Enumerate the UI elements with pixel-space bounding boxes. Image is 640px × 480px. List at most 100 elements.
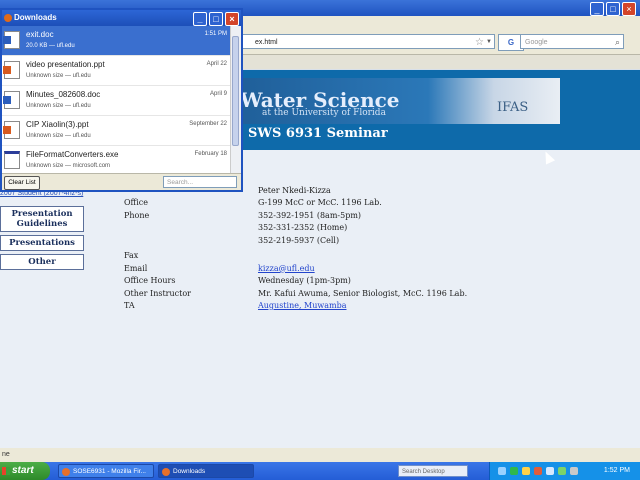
downloads-close-button[interactable]: ×	[225, 12, 239, 26]
other-instructor-row: Other Instructor Mr. Kafui Awuma, Senior…	[124, 289, 467, 298]
downloads-search-input[interactable]: Search...	[163, 176, 237, 188]
start-button[interactable]: start	[0, 462, 50, 480]
download-item[interactable]: FileFormatConverters.exe Unknown size — …	[2, 146, 233, 176]
downloads-window: Downloads _ □ × exit.doc 20.0 KB — ufl.e…	[0, 8, 243, 192]
download-item[interactable]: exit.doc 20.0 KB — ufl.edu 1:51 PM	[2, 26, 233, 56]
download-name: exit.doc	[26, 30, 54, 39]
office-hours-value: Wednesday (1pm-3pm)	[258, 276, 351, 286]
powerpoint-icon	[3, 61, 20, 79]
taskbar-firefox[interactable]: SOSE6931 - Mozilla Fir...	[58, 464, 154, 478]
tray-icon[interactable]	[498, 467, 506, 475]
download-item[interactable]: video presentation.ppt Unknown size — uf…	[2, 56, 233, 86]
office-label: Office	[124, 198, 149, 208]
download-name: video presentation.ppt	[26, 60, 105, 69]
windows-logo-icon	[2, 467, 10, 475]
volume-icon[interactable]	[570, 467, 578, 475]
desktop-search-input[interactable]: Search Desktop	[398, 465, 468, 477]
word-document-icon	[3, 91, 20, 109]
download-meta: Unknown size — ufl.edu	[26, 73, 91, 79]
clock: 1:52 PM	[603, 467, 630, 474]
ta-row: TA Augustine, Muwamba	[124, 301, 467, 310]
office-value: G-199 McC or McC. 1196 Lab.	[258, 198, 382, 208]
instructor-value: Peter Nkedi-Kizza	[258, 186, 331, 195]
instructor-info: Peter Nkedi-Kizza Office G-199 McC or Mc…	[124, 186, 467, 313]
office-hours-label: Office Hours	[124, 276, 176, 286]
fax-label: Fax	[124, 251, 139, 261]
ifas-logo: IFAS	[497, 100, 529, 115]
status-bar: ne	[0, 448, 640, 462]
minimize-button[interactable]: _	[590, 2, 604, 16]
firefox-icon	[62, 468, 70, 476]
download-meta: Unknown size — ufl.edu	[26, 103, 91, 109]
download-item[interactable]: Minutes_082608.doc Unknown size — ufl.ed…	[2, 86, 233, 116]
search-input[interactable]: Google ⌕	[520, 34, 624, 49]
download-date: April 9	[209, 91, 227, 97]
taskbar-firefox-label: SOSE6931 - Mozilla Fir...	[73, 468, 146, 475]
tray-icon[interactable]	[522, 467, 530, 475]
nav-presentation-guidelines[interactable]: Presentation Guidelines	[0, 206, 84, 232]
download-date: 1:51 PM	[204, 31, 227, 37]
office-hours-row: Office Hours Wednesday (1pm-3pm)	[124, 276, 467, 285]
email-link[interactable]: kizza@ufl.edu	[258, 264, 315, 273]
downloads-minimize-button[interactable]: _	[193, 12, 207, 26]
downloads-title: Downloads	[14, 13, 57, 22]
email-label: Email	[124, 263, 148, 273]
firefox-icon	[162, 468, 170, 476]
other-instructor-label: Other Instructor	[124, 288, 191, 298]
tray-icon[interactable]	[558, 467, 566, 475]
download-item[interactable]: CIP Xiaolin(3).ppt Unknown size — ufl.ed…	[2, 116, 233, 146]
left-navigation: Presentation Guidelines Presentations Ot…	[0, 206, 84, 273]
url-bar[interactable]: ex.html ☆ ▼	[240, 34, 495, 49]
other-instructor-value: Mr. Kafui Awuma, Senior Biologist, McC. …	[258, 288, 468, 298]
chevron-down-icon[interactable]: ▼	[486, 35, 492, 50]
download-meta: Unknown size — ufl.edu	[26, 133, 91, 139]
download-name: CIP Xiaolin(3).ppt	[26, 120, 89, 129]
download-date: April 22	[206, 61, 227, 67]
fax-row: Fax	[124, 251, 467, 260]
phone-cell: 352-219-5937 (Cell)	[258, 235, 340, 245]
banner-subtitle: at the University of Florida	[262, 108, 386, 118]
phone-label: Phone	[124, 210, 150, 220]
ta-label: TA	[124, 300, 135, 310]
phone-work: 352-392-1951 (8am-5pm)	[258, 210, 362, 220]
url-text: ex.html	[255, 39, 278, 46]
tray-icon[interactable]	[510, 467, 518, 475]
taskbar-downloads[interactable]: Downloads	[158, 464, 254, 478]
download-meta: Unknown size — microsoft.com	[26, 163, 111, 169]
download-date: September 22	[189, 121, 227, 127]
course-title: SWS 6931 Seminar	[248, 126, 388, 141]
downloads-list: exit.doc 20.0 KB — ufl.edu 1:51 PM video…	[2, 26, 233, 176]
phone-row: Phone 352-392-1951 (8am-5pm) 352-331-235…	[124, 211, 467, 248]
downloads-maximize-button[interactable]: □	[209, 12, 223, 26]
download-meta: 20.0 KB — ufl.edu	[26, 43, 75, 49]
download-name: FileFormatConverters.exe	[26, 150, 119, 159]
system-tray: 1:52 PM	[489, 462, 640, 480]
tray-icon[interactable]	[546, 467, 554, 475]
downloads-titlebar: Downloads _ □ ×	[2, 10, 241, 26]
close-button[interactable]: ×	[622, 2, 636, 16]
nav-other[interactable]: Other	[0, 254, 84, 270]
scrollbar-thumb[interactable]	[232, 36, 239, 146]
office-row: Office G-199 McC or McC. 1196 Lab.	[124, 198, 467, 207]
phone-values: 352-392-1951 (8am-5pm) 352-331-2352 (Hom…	[258, 211, 361, 248]
search-placeholder: Google	[525, 39, 548, 46]
taskbar: start SOSE6931 - Mozilla Fir... Download…	[0, 462, 640, 480]
taskbar-downloads-label: Downloads	[173, 468, 206, 475]
download-date: February 18	[194, 151, 227, 157]
ta-link[interactable]: Augustine, Muwamba	[258, 301, 347, 310]
start-label: start	[12, 465, 34, 476]
word-document-icon	[3, 31, 20, 49]
clear-list-button[interactable]: Clear List	[4, 176, 40, 190]
firefox-icon	[4, 14, 12, 22]
bookmark-star-icon[interactable]: ☆	[475, 35, 484, 50]
maximize-button[interactable]: □	[606, 2, 620, 16]
nav-presentations[interactable]: Presentations	[0, 235, 84, 251]
search-icon[interactable]: ⌕	[615, 35, 620, 50]
powerpoint-icon	[3, 121, 20, 139]
email-row: Email kizza@ufl.edu	[124, 264, 467, 273]
tray-icon[interactable]	[534, 467, 542, 475]
downloads-footer: Clear List Search...	[2, 173, 241, 190]
phone-home: 352-331-2352 (Home)	[258, 223, 348, 233]
downloads-scrollbar[interactable]	[230, 26, 241, 176]
executable-icon	[4, 151, 20, 169]
